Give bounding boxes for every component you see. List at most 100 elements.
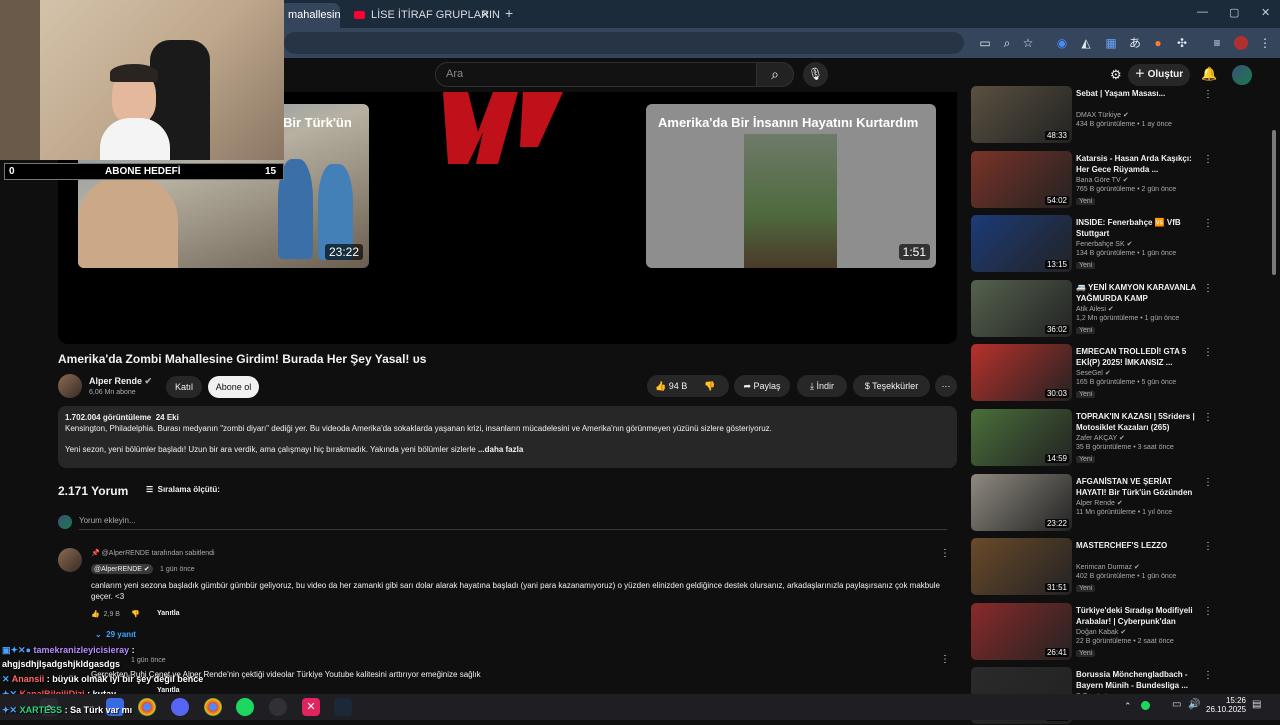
- close-tab-icon[interactable]: ✕: [481, 3, 490, 28]
- create-button[interactable]: ＋ Oluştur: [1128, 64, 1190, 86]
- video-thumbnail[interactable]: 23:22: [971, 474, 1072, 531]
- video-title[interactable]: Katarsis - Hasan Arda Kaşıkçı: Her Gece …: [1076, 153, 1201, 175]
- reply-button[interactable]: Yanıtla: [157, 610, 180, 617]
- recommended-video[interactable]: 30:03 EMRECAN TROLLEDİ! GTA 5 EKİ(P) 2025…: [971, 344, 1213, 402]
- comment-author[interactable]: @AlperRENDE ✔: [91, 564, 153, 574]
- comment-like-button[interactable]: 👍 2,9 B: [91, 610, 120, 618]
- recommended-video[interactable]: 31:51 MASTERCHEF'S LEZZO Kerimcan Durmaz ✔…: [971, 538, 1213, 596]
- bookmark-star-icon[interactable]: ☆: [1021, 36, 1035, 50]
- recommended-video[interactable]: 14:59 TOPRAK'IN KAZASI | 5Sriders | Motos…: [971, 409, 1213, 467]
- zoom-icon[interactable]: ⌕: [1000, 36, 1014, 50]
- browser-menu-icon[interactable]: ⋮: [1258, 36, 1272, 50]
- video-menu-icon[interactable]: ⋮: [1203, 412, 1213, 423]
- notification-center-icon[interactable]: ▤: [1252, 699, 1261, 710]
- comment-dislike-button[interactable]: 👎: [131, 610, 140, 618]
- new-tab-button[interactable]: +: [505, 5, 513, 21]
- video-menu-icon[interactable]: ⋮: [1203, 347, 1213, 358]
- show-more-link[interactable]: ...daha fazla: [478, 445, 523, 454]
- search-button[interactable]: ⌕: [756, 62, 794, 87]
- recommended-video[interactable]: 26:41 Türkiye'deki Sıradışı Modifiyeli Ar…: [971, 603, 1213, 661]
- video-title[interactable]: TOPRAK'IN KAZASI | 5Sriders | Motosiklet…: [1076, 411, 1201, 433]
- like-button[interactable]: 👍 94 B: [655, 375, 687, 397]
- tab-current[interactable]: mahallesine: [276, 3, 340, 28]
- channel-name[interactable]: Alper Rende ✔: [89, 376, 152, 387]
- video-title[interactable]: 🚐 YENİ KAMYON KARAVANLA YAĞMURDA KAMP: [1076, 282, 1201, 304]
- recommended-video[interactable]: 13:15 INSIDE: Fenerbahçe 🆚 VfB Stuttgart F…: [971, 215, 1213, 273]
- video-title[interactable]: MASTERCHEF'S LEZZO: [1076, 540, 1201, 551]
- video-menu-icon[interactable]: ⋮: [1203, 218, 1213, 229]
- description-box[interactable]: 1.702.004 görüntüleme 24 Eki Kensington,…: [58, 406, 957, 468]
- video-thumbnail[interactable]: 14:59: [971, 409, 1072, 466]
- video-channel[interactable]: SeseGel ✔: [1076, 369, 1111, 377]
- dislike-button[interactable]: 👎: [704, 375, 715, 397]
- address-bar[interactable]: [284, 32, 964, 54]
- comment-menu-icon[interactable]: ⋮: [940, 654, 950, 665]
- voice-search-button[interactable]: 🎙: [803, 62, 828, 87]
- volume-icon[interactable]: 🔊: [1188, 699, 1200, 710]
- close-window-icon[interactable]: ✕: [1261, 6, 1270, 19]
- video-menu-icon[interactable]: ⋮: [1203, 670, 1213, 681]
- x-app-icon[interactable]: ✕: [302, 698, 320, 716]
- video-channel[interactable]: Doğan Kabak ✔: [1076, 628, 1126, 636]
- join-button[interactable]: Katıl: [166, 376, 202, 398]
- thanks-button[interactable]: $ Teşekkürler: [853, 375, 930, 397]
- translate-icon[interactable]: あ: [1128, 36, 1142, 50]
- video-menu-icon[interactable]: ⋮: [1203, 154, 1213, 165]
- account-avatar[interactable]: [1232, 65, 1252, 85]
- video-thumbnail[interactable]: 36:02: [971, 280, 1072, 337]
- profile-avatar[interactable]: [1234, 36, 1248, 50]
- video-thumbnail[interactable]: 31:51: [971, 538, 1072, 595]
- video-channel[interactable]: Atik Ailesi ✔: [1076, 305, 1114, 313]
- extension-icon[interactable]: ◉: [1055, 36, 1069, 50]
- more-actions-button[interactable]: ⋯: [935, 375, 957, 397]
- steam-icon[interactable]: [334, 698, 352, 716]
- video-channel[interactable]: DMAX Türkiye ✔: [1076, 111, 1129, 119]
- maximize-icon[interactable]: ▢: [1229, 6, 1239, 19]
- discord-icon[interactable]: [171, 698, 189, 716]
- tab-other[interactable]: LİSE İTİRAF GRUPLARINA SIZDI ✕: [342, 3, 500, 28]
- chrome-icon[interactable]: [204, 698, 222, 716]
- cast-settings-icon[interactable]: ⚙: [1110, 67, 1122, 83]
- extension-icon[interactable]: ◭: [1079, 36, 1093, 50]
- video-title[interactable]: Türkiye'deki Sıradışı Modifiyeli Arabala…: [1076, 605, 1201, 627]
- video-menu-icon[interactable]: ⋮: [1203, 541, 1213, 552]
- notifications-bell-icon[interactable]: 🔔: [1201, 66, 1217, 82]
- video-channel[interactable]: Zafer AKÇAY ✔: [1076, 434, 1125, 442]
- video-thumbnail[interactable]: 54:02: [971, 151, 1072, 208]
- recommended-video[interactable]: 48:33 Sebat | Yaşam Masası... DMAX Türkiye…: [971, 86, 1213, 144]
- video-menu-icon[interactable]: ⋮: [1203, 283, 1213, 294]
- video-channel[interactable]: Bana Göre TV ✔: [1076, 176, 1128, 184]
- endcard-video-2[interactable]: Amerika'da Bir İnsanın Hayatını Kurtardı…: [646, 104, 936, 268]
- video-menu-icon[interactable]: ⋮: [1203, 477, 1213, 488]
- video-channel[interactable]: Kerimcan Durmaz ✔: [1076, 563, 1140, 571]
- download-button[interactable]: ⤓ İndir: [797, 375, 847, 397]
- extension-icon[interactable]: ●: [1151, 36, 1165, 50]
- sidebar-icon[interactable]: ≡: [1210, 36, 1224, 50]
- video-thumbnail[interactable]: 26:41: [971, 603, 1072, 660]
- extension-icon[interactable]: ▦: [1104, 36, 1118, 50]
- tray-chevron-up-icon[interactable]: ⌃: [1124, 701, 1132, 712]
- reply-button[interactable]: Yanıtla: [157, 687, 180, 694]
- spotify-icon[interactable]: [236, 698, 254, 716]
- video-thumbnail[interactable]: 30:03: [971, 344, 1072, 401]
- video-menu-icon[interactable]: ⋮: [1203, 606, 1213, 617]
- clock[interactable]: 15:26 26.10.2025: [1206, 696, 1246, 714]
- comment-menu-icon[interactable]: ⋮: [940, 548, 950, 559]
- recommended-video[interactable]: 23:22 AFGANİSTAN VE ŞERİAT HAYATI! Bir Tü…: [971, 474, 1213, 532]
- video-thumbnail[interactable]: 48:33: [971, 86, 1072, 143]
- video-title[interactable]: INSIDE: Fenerbahçe 🆚 VfB Stuttgart: [1076, 217, 1201, 239]
- puzzle-icon[interactable]: ✣: [1175, 36, 1189, 50]
- subscribe-button[interactable]: Abone ol: [208, 376, 259, 398]
- video-title[interactable]: Borussia Mönchengladbach - Bayern Münih …: [1076, 669, 1201, 691]
- video-title[interactable]: AFGANİSTAN VE ŞERİAT HAYATI! Bir Türk'ün…: [1076, 476, 1201, 498]
- video-channel[interactable]: Alper Rende ✔: [1076, 499, 1123, 507]
- obs-icon[interactable]: [269, 698, 287, 716]
- share-button[interactable]: ➦ Paylaş: [734, 375, 790, 397]
- chrome-icon[interactable]: [138, 698, 156, 716]
- recommended-video[interactable]: 36:02 🚐 YENİ KAMYON KARAVANLA YAĞMURDA KA…: [971, 280, 1213, 338]
- tray-app-icon[interactable]: [1141, 701, 1150, 710]
- search-input[interactable]: Ara: [435, 62, 757, 87]
- video-menu-icon[interactable]: ⋮: [1203, 89, 1213, 100]
- video-title[interactable]: Sebat | Yaşam Masası...: [1076, 88, 1201, 99]
- video-thumbnail[interactable]: 13:15: [971, 215, 1072, 272]
